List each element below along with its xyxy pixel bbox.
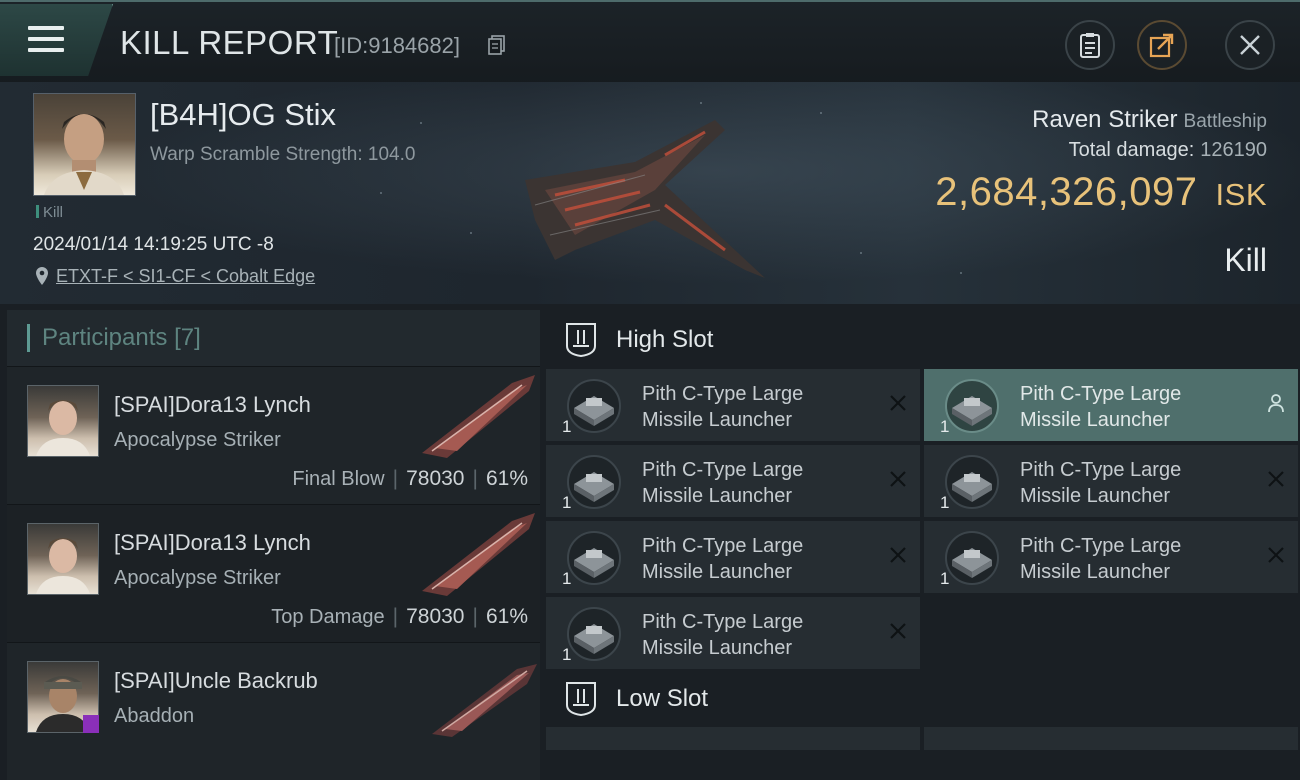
participant-avatar[interactable] — [27, 523, 99, 595]
module-name: Pith C-Type Large Missile Launcher — [642, 611, 804, 659]
participant-ship: Apocalypse Striker — [114, 567, 281, 589]
module-name: Pith C-Type Large Missile Launcher — [642, 535, 804, 583]
destroyed-icon — [890, 547, 906, 563]
participant-avatar[interactable] — [27, 385, 99, 457]
module-name: Pith C-Type Large Missile Launcher — [642, 459, 804, 507]
report-id: [ID:9184682] — [334, 33, 460, 58]
warp-scramble-strength: Warp Scramble Strength: 104.0 — [150, 144, 416, 165]
participant-ship: Abaddon — [114, 705, 195, 727]
module-slot[interactable]: 1 Pith C-Type Large Missile Launcher — [546, 597, 920, 669]
missile-launcher-icon — [945, 531, 999, 585]
module-slot[interactable] — [546, 727, 920, 750]
module-name: Pith C-Type Large Missile Launcher — [642, 383, 804, 431]
low-slot-icon — [566, 682, 596, 717]
ship-class: Battleship — [1183, 111, 1267, 132]
kill-tag: Kill — [36, 204, 63, 221]
participant-ship-image — [432, 664, 537, 737]
module-slot[interactable]: 1 Pith C-Type Large Missile Launcher — [546, 369, 920, 441]
module-slot[interactable]: 1 Pith C-Type Large Missile Launcher — [924, 445, 1298, 517]
module-slot[interactable]: 1 Pith C-Type Large Missile Launcher — [546, 445, 920, 517]
top-bar: KILL REPORT [ID:9184682] — [0, 0, 1300, 84]
clipboard-button[interactable] — [1065, 20, 1115, 70]
missile-launcher-icon — [945, 455, 999, 509]
destroyed-icon — [890, 395, 906, 411]
copy-icon[interactable] — [487, 34, 507, 56]
destroyed-icon — [1268, 547, 1284, 563]
close-icon — [1240, 35, 1260, 55]
kill-result: Kill — [1224, 242, 1267, 278]
module-slot[interactable]: 1 Pith C-Type Large Missile Launcher — [546, 521, 920, 593]
location-pin-icon — [36, 267, 48, 285]
close-button[interactable] — [1225, 20, 1275, 70]
victim-name: [B4H]OG Stix — [150, 97, 337, 132]
module-name: Pith C-Type Large Missile Launcher — [1020, 535, 1182, 583]
clipboard-icon — [1080, 33, 1100, 58]
participants-header: Participants [7] — [7, 310, 540, 366]
isk-value: 2,684,326,097 ISK — [935, 170, 1267, 214]
participant-name: [SPAI]Dora13 Lynch — [114, 530, 311, 555]
participant-avatar[interactable] — [27, 661, 99, 733]
participant-card[interactable]: [SPAI]Dora13 Lynch Apocalypse Striker Fi… — [7, 366, 540, 504]
kill-datetime: 2024/01/14 14:19:25 UTC -8 — [33, 234, 274, 255]
destroyed-icon — [890, 623, 906, 639]
victim-ship: Raven Striker Battleship — [1032, 106, 1267, 133]
module-quantity: 1 — [562, 493, 572, 512]
participant-stats: Final Blow | 78030 | 61% — [292, 467, 528, 490]
participant-card[interactable]: [SPAI]Dora13 Lynch Apocalypse Striker To… — [7, 504, 540, 642]
share-icon — [1149, 33, 1174, 58]
module-slot-selected[interactable]: 1 Pith C-Type Large Missile Launcher — [924, 369, 1298, 441]
page-title: KILL REPORT — [120, 24, 339, 61]
low-slot-header: Low Slot — [544, 672, 1300, 726]
module-name: Pith C-Type Large Missile Launcher — [1020, 383, 1182, 431]
participant-card[interactable]: [SPAI]Uncle Backrub Abaddon — [7, 642, 540, 780]
participant-name: [SPAI]Uncle Backrub — [114, 668, 318, 693]
participant-ship-image — [422, 513, 535, 596]
module-quantity: 1 — [562, 417, 572, 436]
menu-button[interactable] — [0, 4, 113, 76]
victim-panel: [B4H]OG Stix Warp Scramble Strength: 104… — [0, 82, 1300, 304]
module-quantity: 1 — [562, 569, 572, 588]
share-button[interactable] — [1137, 20, 1187, 70]
person-icon — [1268, 394, 1284, 413]
missile-launcher-icon — [567, 531, 621, 585]
destroyed-icon — [890, 471, 906, 487]
module-quantity: 1 — [562, 645, 572, 664]
module-quantity: 1 — [940, 417, 950, 436]
module-slot[interactable] — [924, 727, 1298, 750]
module-quantity: 1 — [940, 569, 950, 588]
missile-launcher-icon — [567, 607, 621, 661]
victim-ship-image — [525, 120, 765, 278]
high-slot-icon — [566, 323, 596, 358]
location-link[interactable]: ETXT-F < SI1-CF < Cobalt Edge — [56, 266, 315, 286]
missile-launcher-icon — [567, 455, 621, 509]
participant-name: [SPAI]Dora13 Lynch — [114, 392, 311, 417]
participants-panel: Participants [7] [SPAI]Dora13 Lynch Apoc… — [7, 310, 540, 780]
high-slot-header: High Slot — [544, 313, 1300, 367]
participant-ship-image — [422, 375, 535, 458]
victim-portrait[interactable] — [33, 93, 136, 196]
total-damage: Total damage: 126190 — [1068, 139, 1267, 161]
missile-launcher-icon — [945, 379, 999, 433]
module-quantity: 1 — [940, 493, 950, 512]
participant-ship: Apocalypse Striker — [114, 429, 281, 451]
kill-location[interactable]: ETXT-F < SI1-CF < Cobalt Edge — [36, 266, 315, 287]
hamburger-icon — [28, 26, 64, 54]
module-name: Pith C-Type Large Missile Launcher — [1020, 459, 1182, 507]
destroyed-icon — [1268, 471, 1284, 487]
participant-stats: Top Damage | 78030 | 61% — [271, 605, 528, 628]
participant-badge — [83, 715, 99, 733]
module-slot[interactable]: 1 Pith C-Type Large Missile Launcher — [924, 521, 1298, 593]
missile-launcher-icon — [567, 379, 621, 433]
